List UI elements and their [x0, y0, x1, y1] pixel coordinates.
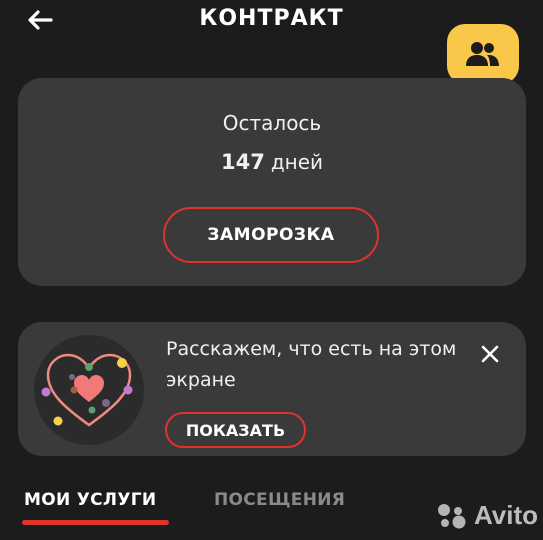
contract-card: Осталось 147 дней ЗАМОРОЗКА	[18, 78, 526, 286]
heart-illustration	[34, 335, 144, 445]
active-tab-indicator	[22, 520, 169, 525]
remaining-value: 147 дней	[18, 150, 526, 174]
freeze-button[interactable]: ЗАМОРОЗКА	[163, 207, 379, 263]
tip-text: Расскажем, что есть на этом экране	[166, 338, 457, 391]
close-icon	[481, 345, 499, 363]
days-unit: дней	[270, 150, 324, 174]
remaining-days: 147	[220, 150, 265, 174]
tip-close-button[interactable]	[478, 342, 502, 366]
watermark-text: Avito	[474, 500, 539, 530]
tab-my-services[interactable]: МОИ УСЛУГИ	[24, 490, 156, 510]
show-button[interactable]: ПОКАЗАТЬ	[165, 412, 306, 448]
avito-logo-icon	[438, 503, 466, 528]
people-icon	[466, 42, 499, 66]
tip-card: Расскажем, что есть на этом экране ПОКАЗ…	[18, 322, 526, 456]
heart-icon	[41, 353, 133, 427]
tab-visits[interactable]: ПОСЕЩЕНИЯ	[214, 490, 345, 510]
remaining-label: Осталось	[222, 111, 322, 135]
avito-watermark: Avito	[436, 500, 538, 531]
